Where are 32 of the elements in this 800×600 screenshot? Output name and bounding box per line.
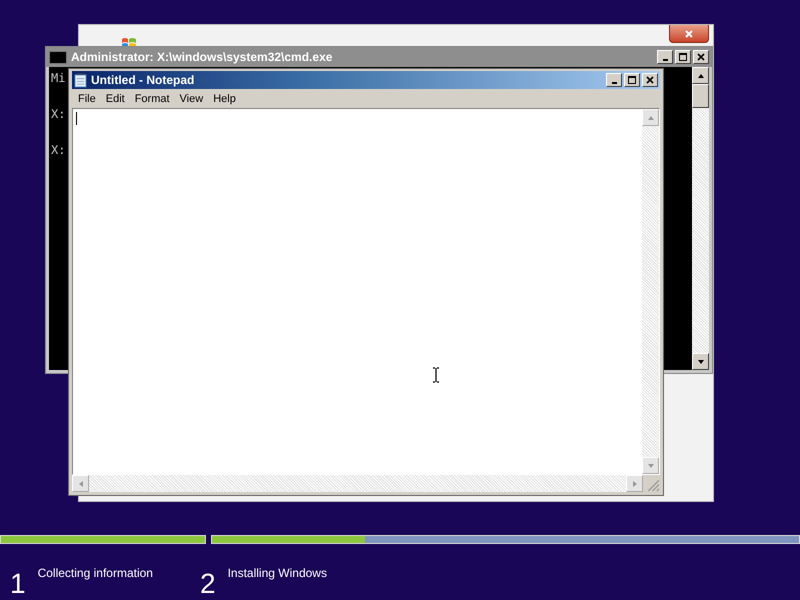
close-icon (684, 28, 694, 38)
minimize-icon (612, 82, 616, 84)
step-label: Collecting information (38, 565, 153, 580)
maximize-button[interactable] (675, 50, 691, 64)
close-icon (696, 52, 706, 62)
window-title: Administrator: X:\windows\system32\cmd.exe (71, 50, 334, 64)
maximize-button[interactable] (624, 73, 640, 87)
menu-item[interactable]: View (176, 92, 210, 104)
window-title: Untitled - Notepad (91, 73, 196, 87)
scroll-bar[interactable] (642, 109, 659, 474)
notepad-icon (74, 72, 87, 88)
maximize-icon (678, 52, 688, 62)
minimize-button[interactable] (657, 50, 673, 64)
text-cursor-icon (432, 367, 440, 383)
minimize-button[interactable] (606, 73, 622, 87)
close-icon (645, 75, 655, 85)
console-text: X: (51, 143, 66, 157)
step-label: Installing Windows (228, 565, 327, 580)
step-number: 1 (10, 568, 26, 600)
menu-item[interactable]: Help (209, 92, 242, 104)
console-text: X: (51, 107, 66, 121)
scroll-bar[interactable] (692, 67, 709, 370)
step-number: 2 (200, 568, 216, 600)
menu-item[interactable]: Format (130, 92, 176, 104)
minimize-icon (662, 59, 668, 61)
menu-item[interactable]: File (74, 92, 102, 104)
menu-item[interactable]: Edit (102, 92, 131, 104)
close-button[interactable] (669, 25, 709, 43)
console-icon (49, 50, 67, 64)
scroll-bar[interactable] (72, 475, 643, 492)
maximize-icon (627, 75, 637, 85)
console-text: Mi (51, 71, 66, 85)
